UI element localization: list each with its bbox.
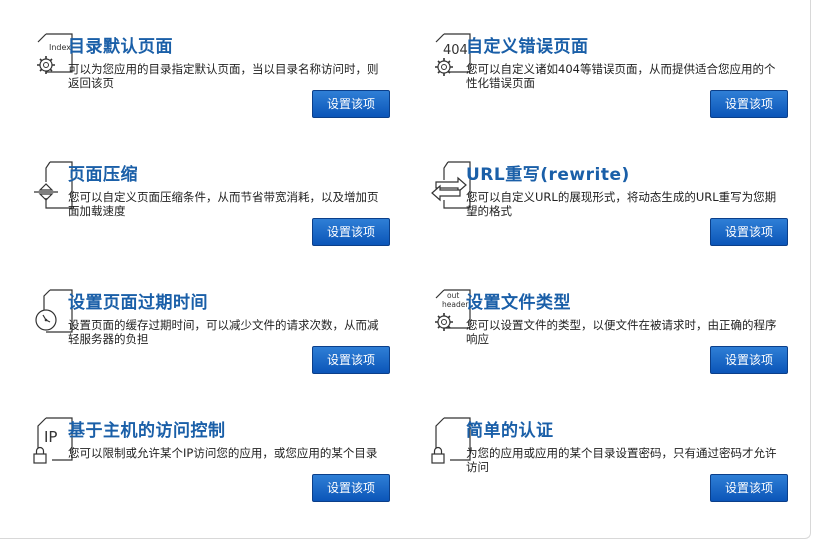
- card-title: 目录默认页面: [68, 37, 173, 57]
- set-url-rewrite-button[interactable]: 设置该项: [710, 218, 788, 246]
- card-description: 为您的应用或应用的某个目录设置密码，只有通过密码才允许访问: [466, 446, 777, 474]
- set-host-access-control-button[interactable]: 设置该项: [312, 474, 390, 502]
- card-url-rewrite: URL重写(rewrite) 您可以自定义URL的展现形式，将动态生成的URL重…: [414, 160, 794, 260]
- card-title: 自定义错误页面: [466, 37, 589, 57]
- card-title: 简单的认证: [466, 421, 554, 441]
- card-default-page: Index 目录默认页面 可以为您应用的目录指定默认页面，当以目录名称访问时，则…: [16, 32, 396, 132]
- card-title: 基于主机的访问控制: [68, 421, 226, 441]
- card-title: 设置页面过期时间: [68, 293, 208, 313]
- icon-label: 404: [443, 43, 468, 58]
- set-page-compression-button[interactable]: 设置该项: [312, 218, 390, 246]
- card-simple-auth: 简单的认证 为您的应用或应用的某个目录设置密码，只有通过密码才允许访问 设置该项: [414, 416, 794, 516]
- card-description: 您可以限制或允许某个IP访问您的应用，或您应用的某个目录: [68, 446, 378, 460]
- settings-panel: Index 目录默认页面 可以为您应用的目录指定默认页面，当以目录名称访问时，则…: [0, 0, 811, 539]
- card-description: 您可以设置文件的类型，以便文件在被请求时，由正确的程序响应: [466, 318, 777, 346]
- set-default-page-button[interactable]: 设置该项: [312, 90, 390, 118]
- card-title: URL重写(rewrite): [466, 165, 630, 185]
- card-page-expiry: 设置页面过期时间 设置页面的缓存过期时间，可以减少文件的请求次数，从而减轻服务器…: [16, 288, 396, 388]
- card-host-access-control: IP 基于主机的访问控制 您可以限制或允许某个IP访问您的应用，或您应用的某个目…: [16, 416, 396, 516]
- set-custom-error-page-button[interactable]: 设置该项: [710, 90, 788, 118]
- set-file-type-button[interactable]: 设置该项: [710, 346, 788, 374]
- icon-label: IP: [44, 428, 57, 446]
- card-description: 可以为您应用的目录指定默认页面，当以目录名称访问时，则返回该页: [68, 62, 379, 90]
- card-custom-error-page: 404 自定义错误页面 您可以自定义诸如404等错误页面，从而提供适合您应用的个…: [414, 32, 794, 132]
- card-description: 设置页面的缓存过期时间，可以减少文件的请求次数，从而减轻服务器的负担: [68, 318, 379, 346]
- card-file-type: out header 设置文件类型 您可以设置文件的类型，以便文件在被请求时，由…: [414, 288, 794, 388]
- set-simple-auth-button[interactable]: 设置该项: [710, 474, 788, 502]
- card-description: 您可以自定义诸如404等错误页面，从而提供适合您应用的个性化错误页面: [466, 62, 776, 90]
- icon-label-out: out: [447, 291, 459, 300]
- set-page-expiry-button[interactable]: 设置该项: [312, 346, 390, 374]
- card-description: 您可以自定义URL的展现形式，将动态生成的URL重写为您期望的格式: [466, 190, 777, 218]
- card-description: 您可以自定义页面压缩条件，从而节省带宽消耗，以及增加页面加载速度: [68, 190, 379, 218]
- card-page-compression: 页面压缩 您可以自定义页面压缩条件，从而节省带宽消耗，以及增加页面加载速度 设置…: [16, 160, 396, 260]
- card-title: 页面压缩: [68, 165, 138, 185]
- card-title: 设置文件类型: [466, 293, 571, 313]
